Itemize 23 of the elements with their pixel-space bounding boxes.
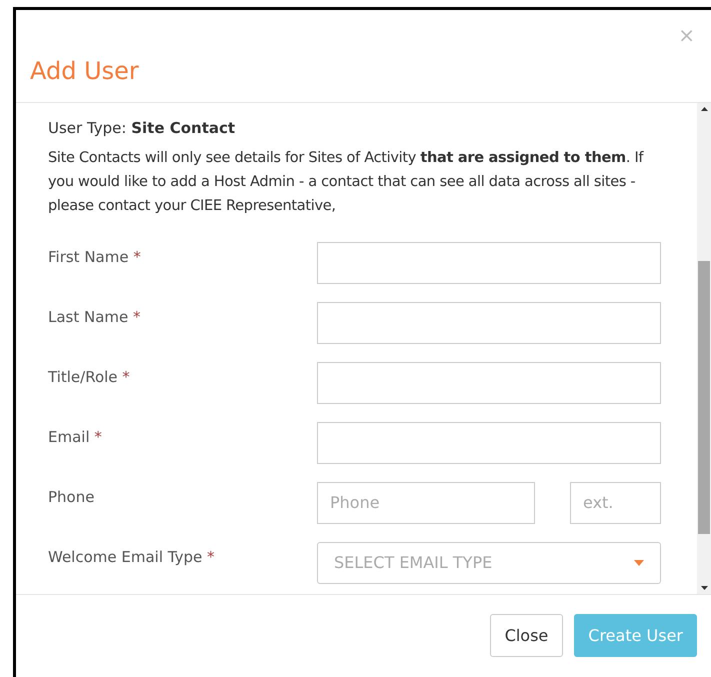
- text-field[interactable]: [317, 362, 661, 404]
- field-label: Title/Role *: [48, 366, 131, 388]
- field-label: First Name *: [48, 246, 142, 268]
- field-label: Last Name *: [48, 306, 142, 328]
- dialog-title: Add User: [30, 56, 139, 87]
- scrollbar[interactable]: [697, 103, 711, 594]
- phone-field[interactable]: Phone: [317, 482, 535, 524]
- text-field[interactable]: [317, 302, 661, 344]
- field-label: Email *: [48, 426, 103, 448]
- text-field[interactable]: [317, 422, 661, 464]
- scroll-up-icon[interactable]: [700, 107, 708, 111]
- field-label: Phone: [48, 486, 96, 508]
- description-text: Site Contacts will only see details for Sites of Activity that are assigned to them. If you would like to add a Host Admin - a contact that can see all data across all sites - please contact your CIEE Representative,: [48, 148, 645, 216]
- field-label: Welcome Email Type *: [48, 546, 216, 568]
- text-field[interactable]: [317, 242, 661, 284]
- close-dialog-button[interactable]: Close: [490, 614, 564, 657]
- scroll-down-icon[interactable]: [700, 586, 708, 590]
- create-user-button[interactable]: Create User: [574, 614, 697, 657]
- email-type-dropdown[interactable]: SELECT EMAIL TYPE: [317, 542, 661, 584]
- close-button[interactable]: ×: [678, 25, 695, 45]
- caret-icon: [634, 560, 644, 566]
- extension-field[interactable]: ext.: [570, 482, 661, 524]
- user-type-text: User Type: Site Contact: [48, 118, 236, 139]
